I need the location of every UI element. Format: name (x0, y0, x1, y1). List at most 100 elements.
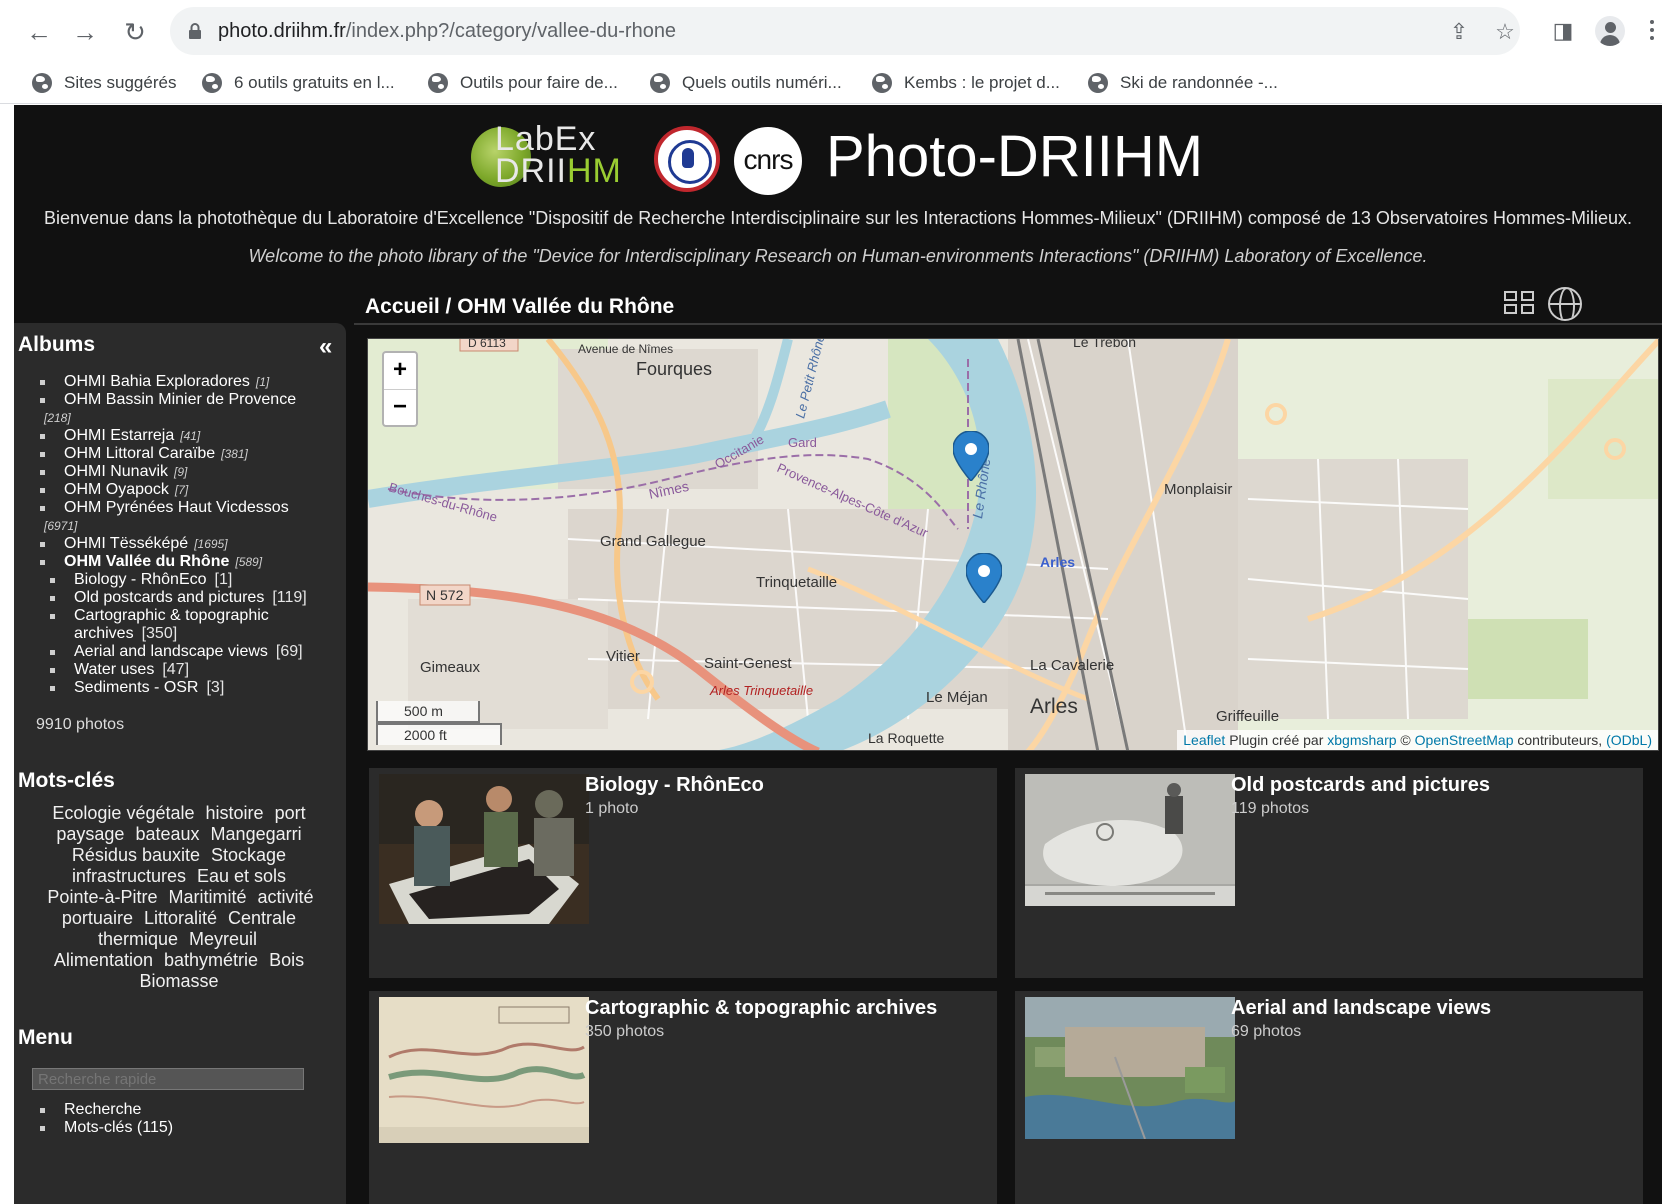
album-item[interactable]: OHMI Bahia Exploradores [1] (14, 373, 346, 391)
bookmark-item[interactable]: Quels outils numéri... (650, 70, 842, 96)
share-icon[interactable]: ⇪ (1446, 19, 1472, 45)
menu-dots-icon[interactable] (1650, 20, 1656, 44)
globe-icon (872, 73, 892, 93)
zoom-out-button[interactable]: − (384, 390, 416, 426)
author-link[interactable]: xbgmsharp (1327, 732, 1396, 748)
tag-link[interactable]: paysage (56, 824, 124, 844)
zoom-in-button[interactable]: + (384, 353, 416, 389)
album-card-title[interactable]: Aerial and landscape views (1231, 997, 1491, 1020)
map-view-globe-icon[interactable] (1548, 287, 1582, 321)
site-title[interactable]: Photo-DRIIHM (826, 123, 1203, 190)
tag-link[interactable]: Maritimité (169, 887, 247, 907)
leaflet-link[interactable]: Leaflet (1183, 732, 1225, 748)
browser-toolbar: ← → ↻ photo.driihm.fr/index.php?/categor… (0, 0, 1662, 62)
tag-link[interactable]: bateaux (135, 824, 199, 844)
odbl-link[interactable]: (ODbL) (1606, 732, 1652, 748)
album-thumbnail[interactable] (1025, 997, 1235, 1139)
menu-list: Recherche Mots-clés (115) (14, 1101, 346, 1137)
tag-link[interactable]: Alimentation (54, 950, 153, 970)
back-arrow-icon[interactable]: ← (22, 15, 56, 49)
tag-link[interactable]: Eau et sols (197, 866, 286, 886)
map-scale: 500 m 2000 ft (376, 701, 502, 745)
subalbum-item[interactable]: Biology - RhônEco [1] (14, 571, 346, 589)
profile-avatar-icon[interactable] (1595, 16, 1625, 46)
album-item[interactable]: OHMI Estarreja [41] (14, 427, 346, 445)
album-card-title[interactable]: Old postcards and pictures (1231, 774, 1490, 797)
tag-link[interactable]: Pointe-à-Pitre (47, 887, 157, 907)
tag-link[interactable]: Meyreuil (189, 929, 257, 949)
side-panel-icon[interactable]: ◨ (1548, 16, 1578, 46)
tag-link[interactable]: port (275, 803, 306, 823)
breadcrumb[interactable]: Accueil / OHM Vallée du Rhône (365, 295, 674, 319)
map-attribution: Leaflet Plugin créé par xbgmsharp © Open… (1177, 730, 1658, 750)
tag-link[interactable]: Biomasse (139, 971, 218, 991)
map-marker-icon[interactable] (953, 431, 989, 481)
quick-search-input[interactable] (32, 1068, 304, 1090)
reload-icon[interactable]: ↻ (118, 15, 152, 49)
album-thumbnail[interactable] (379, 774, 589, 924)
labex-logo-text-2: DRII (495, 152, 567, 190)
subalbum-item[interactable]: Old postcards and pictures [119] (14, 589, 346, 607)
cnrs-logo[interactable]: cnrs (734, 127, 802, 195)
bookmark-item[interactable]: Kembs : le projet d... (872, 70, 1060, 96)
album-item[interactable]: OHMI Nunavik [9] (14, 463, 346, 481)
address-bar[interactable]: photo.driihm.fr/index.php?/category/vall… (170, 7, 1520, 55)
album-item[interactable]: OHMI Tësséképé [1695] (14, 535, 346, 553)
album-item[interactable]: OHM Oyapock [7] (14, 481, 346, 499)
bookmark-item[interactable]: Outils pour faire de... (428, 70, 618, 96)
tag-link[interactable]: Mangegarri (211, 824, 302, 844)
menu-heading: Menu (18, 1026, 73, 1049)
globe-icon (1088, 73, 1108, 93)
album-item[interactable]: OHM Littoral Caraïbe [381] (14, 445, 346, 463)
tag-link[interactable]: infrastructures (72, 866, 186, 886)
bookmark-item[interactable]: 6 outils gratuits en l... (202, 70, 395, 96)
tag-link[interactable]: Stockage (211, 845, 286, 865)
map-tiles[interactable]: Avenue de Nîmes Fourques Le Trébon Monpl… (368, 339, 1659, 751)
labex-logo[interactable]: LabEx DRIIHM (471, 122, 641, 193)
tags-heading: Mots-clés (18, 769, 115, 792)
map-label: Le Petit Rhône (792, 339, 827, 420)
globe-icon (32, 73, 52, 93)
view-switcher (1504, 285, 1662, 325)
album-thumbnail[interactable] (1025, 774, 1235, 906)
star-icon[interactable]: ☆ (1492, 19, 1518, 45)
album-card-title[interactable]: Biology - RhônEco (585, 774, 764, 797)
tag-link[interactable]: Littoralité (144, 908, 217, 928)
osm-link[interactable]: OpenStreetMap (1415, 732, 1514, 748)
subalbum-item[interactable]: Cartographic & topographic archives [350] (14, 607, 346, 643)
bookmark-item[interactable]: Sites suggérés (32, 70, 176, 96)
tag-link[interactable]: histoire (206, 803, 264, 823)
bookmark-item[interactable]: Ski de randonnée -... (1088, 70, 1278, 96)
tag-link[interactable]: bathymétrie (164, 950, 258, 970)
album-thumbnail[interactable] (379, 997, 589, 1143)
album-item[interactable]: OHM Pyrénées Haut Vicdessos [6971] (14, 499, 346, 535)
tag-link[interactable]: Ecologie végétale (52, 803, 194, 823)
tag-link[interactable]: Bois (269, 950, 304, 970)
url-text: photo.driihm.fr/index.php?/category/vall… (218, 20, 677, 42)
sidebar: Albums « OHMI Bahia Exploradores [1] OHM … (14, 323, 346, 1204)
globe-icon (650, 73, 670, 93)
album-card[interactable]: Cartographic & topographic archives 350 … (369, 991, 997, 1204)
album-card[interactable]: Old postcards and pictures 119 photos (1015, 768, 1643, 978)
forward-arrow-icon[interactable]: → (68, 15, 102, 49)
album-card[interactable]: Biology - RhônEco 1 photo (369, 768, 997, 978)
menu-item-tags[interactable]: Mots-clés (115) (14, 1119, 346, 1137)
subalbum-item[interactable]: Sediments - OSR [3] (14, 679, 346, 697)
map-label: Arles (1040, 554, 1075, 570)
university-seal-logo[interactable] (654, 126, 720, 192)
photo-total: 9910 photos (36, 716, 125, 733)
album-item-current[interactable]: OHM Vallée du Rhône [589] (14, 553, 346, 571)
subalbum-item[interactable]: Water uses [47] (14, 661, 346, 679)
menu-item-search[interactable]: Recherche (14, 1101, 346, 1119)
map-view[interactable]: Avenue de Nîmes Fourques Le Trébon Monpl… (367, 338, 1659, 751)
subalbum-item[interactable]: Aerial and landscape views [69] (14, 643, 346, 661)
grid-view-icon[interactable] (1504, 291, 1536, 317)
map-marker-icon[interactable] (966, 553, 1002, 603)
tag-link[interactable]: Résidus bauxite (72, 845, 200, 865)
album-card[interactable]: Aerial and landscape views 69 photos (1015, 991, 1643, 1204)
tag-cloud: Ecologie végétale histoire port paysage … (44, 803, 314, 992)
album-item[interactable]: OHM Bassin Minier de Provence [218] (14, 391, 346, 427)
map-label: Monplaisir (1164, 481, 1232, 498)
album-card-title[interactable]: Cartographic & topographic archives (585, 997, 937, 1020)
collapse-sidebar-icon[interactable]: « (319, 333, 332, 361)
